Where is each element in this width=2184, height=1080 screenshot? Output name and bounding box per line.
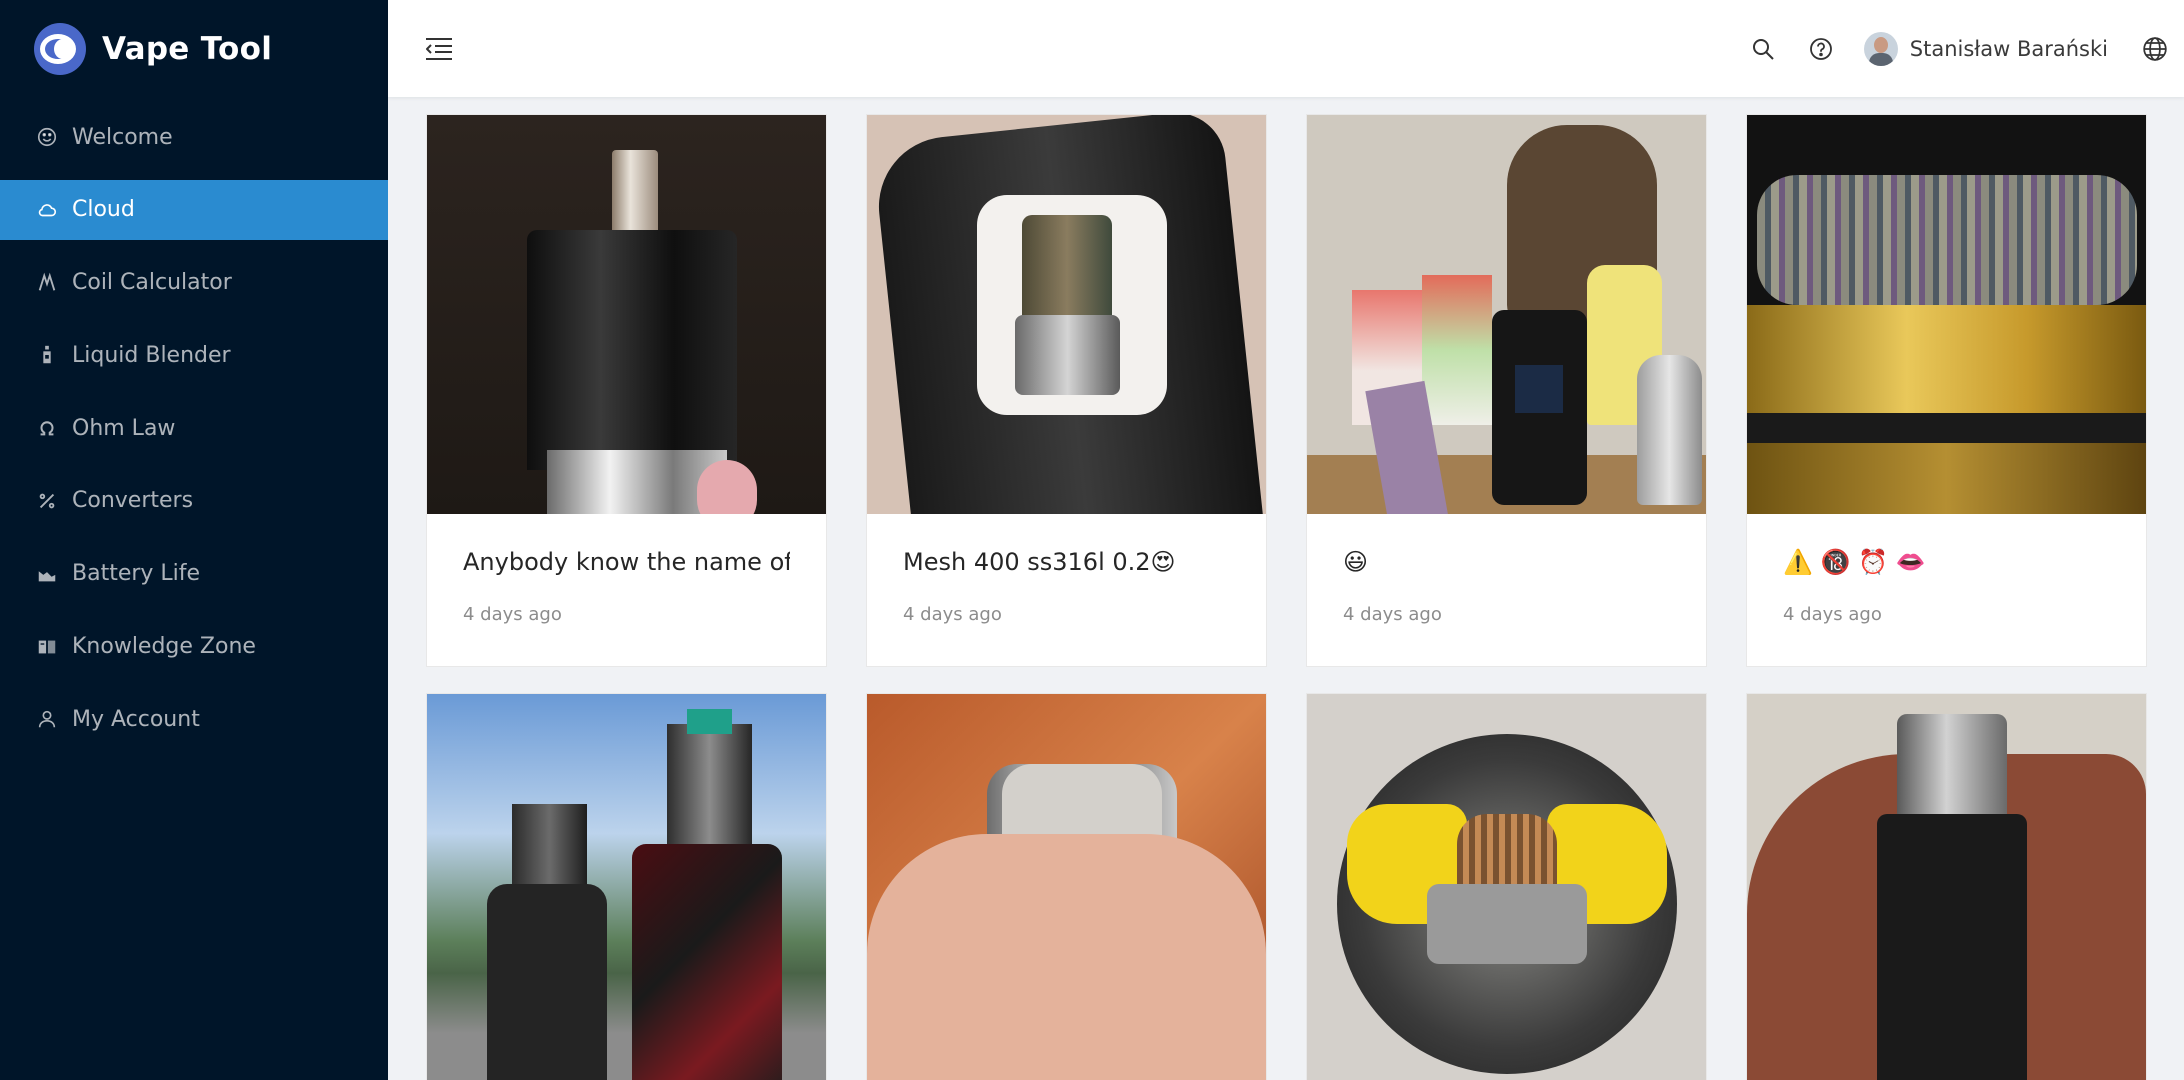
cloud-icon <box>36 199 58 221</box>
search-icon[interactable] <box>1750 36 1776 62</box>
vape-tool-logo-icon <box>34 23 86 75</box>
feed-card[interactable] <box>426 693 827 1080</box>
menu-fold-icon[interactable] <box>424 34 454 64</box>
sidebar-item-label: Welcome <box>72 124 173 150</box>
globe-icon[interactable] <box>2142 36 2168 62</box>
coil-icon <box>36 272 58 294</box>
header-actions: Stanisław Barański <box>1750 0 2184 97</box>
sidebar-item-label: Converters <box>72 488 194 514</box>
sidebar-item-label: My Account <box>72 706 200 732</box>
user-menu[interactable]: Stanisław Barański <box>1863 31 2108 66</box>
sidebar-item-coil-calculator[interactable]: Coil Calculator <box>0 253 388 313</box>
card-photo[interactable] <box>867 694 1266 1080</box>
sidebar-item-label: Ohm Law <box>72 415 176 441</box>
card-title: ⚠️ 🔞 ⏰ 👄 <box>1783 548 1926 576</box>
feed-card[interactable]: Anybody know the name of this 4 days ago <box>426 114 827 667</box>
question-circle-icon[interactable] <box>1808 36 1834 62</box>
card-timestamp: 4 days ago <box>1343 604 1442 625</box>
card-body: Anybody know the name of this 4 days ago <box>427 514 826 666</box>
card-timestamp: 4 days ago <box>1783 604 1882 625</box>
sidebar-item-cloud[interactable]: Cloud <box>0 179 388 240</box>
sidebar-menu: Welcome Cloud Coil Calculator Liquid Ble… <box>0 107 388 749</box>
sidebar-item-label: Coil Calculator <box>72 270 232 296</box>
user-name: Stanisław Barański <box>1909 36 2108 61</box>
sidebar-item-liquid-blender[interactable]: Liquid Blender <box>0 325 388 385</box>
card-photo[interactable] <box>1747 694 2146 1080</box>
feed-card[interactable] <box>866 693 1267 1080</box>
brand[interactable]: Vape Tool <box>0 0 388 98</box>
percent-icon <box>36 490 58 512</box>
sidebar-item-converters[interactable]: Converters <box>0 471 388 531</box>
avatar <box>1863 31 1898 66</box>
bottle-icon <box>36 344 58 366</box>
card-body: ⚠️ 🔞 ⏰ 👄 4 days ago <box>1747 514 2146 666</box>
card-title: Mesh 400 ss316l 0.2😍 <box>903 548 1176 576</box>
sidebar-item-ohm-law[interactable]: Ohm Law <box>0 398 388 458</box>
chart-icon <box>36 563 58 585</box>
sidebar-item-label: Knowledge Zone <box>72 634 256 660</box>
card-timestamp: 4 days ago <box>903 604 1002 625</box>
sidebar-item-label: Liquid Blender <box>72 342 231 368</box>
card-body: 😃 4 days ago <box>1307 514 1706 666</box>
card-photo[interactable] <box>1307 694 1706 1080</box>
sidebar-item-label: Cloud <box>72 197 135 223</box>
card-photo[interactable] <box>1747 115 2146 514</box>
feed-card[interactable] <box>1746 693 2147 1080</box>
card-photo[interactable] <box>427 694 826 1080</box>
user-icon <box>36 708 58 730</box>
sidebar-item-battery-life[interactable]: Battery Life <box>0 544 388 604</box>
app-title: Vape Tool <box>102 31 273 67</box>
sidebar-item-my-account[interactable]: My Account <box>0 689 388 749</box>
feed-card[interactable]: Mesh 400 ss316l 0.2😍 4 days ago <box>866 114 1267 667</box>
sidebar: Vape Tool Welcome Cloud Coil Calculator … <box>0 0 388 1080</box>
sidebar-item-label: Battery Life <box>72 561 201 587</box>
card-title: Anybody know the name of this <box>463 548 790 576</box>
omega-icon <box>36 417 58 439</box>
book-icon <box>36 636 58 658</box>
card-timestamp: 4 days ago <box>463 604 562 625</box>
card-body: Mesh 400 ss316l 0.2😍 4 days ago <box>867 514 1266 666</box>
feed-card[interactable]: ⚠️ 🔞 ⏰ 👄 4 days ago <box>1746 114 2147 667</box>
card-title: 😃 <box>1343 548 1369 576</box>
sidebar-item-welcome[interactable]: Welcome <box>0 107 388 167</box>
card-photo[interactable] <box>427 115 826 514</box>
sidebar-item-knowledge-zone[interactable]: Knowledge Zone <box>0 617 388 677</box>
smile-icon <box>36 126 58 148</box>
card-photo[interactable] <box>1307 115 1706 514</box>
top-header: Stanisław Barański <box>388 0 2184 97</box>
feed-card[interactable] <box>1306 693 1707 1080</box>
feed-card[interactable]: 😃 4 days ago <box>1306 114 1707 667</box>
card-photo[interactable] <box>867 115 1266 514</box>
